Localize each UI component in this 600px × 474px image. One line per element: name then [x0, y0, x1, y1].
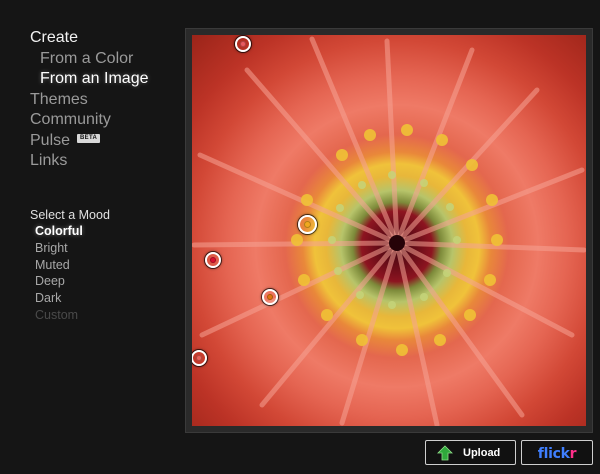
nav-pulse[interactable]: Pulse BETA: [30, 131, 180, 152]
color-swatch-1: [240, 41, 246, 47]
nav-from-an-image[interactable]: From an Image: [30, 69, 180, 90]
nav-community[interactable]: Community: [30, 110, 180, 131]
color-swatch-2: [304, 221, 311, 228]
main-nav: Create From a Color From an Image Themes…: [30, 28, 180, 172]
upload-label: Upload: [463, 447, 501, 459]
color-picker-2[interactable]: [298, 215, 317, 234]
mood-option-deep[interactable]: Deep: [30, 273, 180, 290]
mood-option-dark[interactable]: Dark: [30, 290, 180, 307]
image-panel: [185, 28, 593, 433]
mood-option-custom: Custom: [35, 307, 79, 322]
color-picker-4[interactable]: [262, 289, 278, 305]
upload-button[interactable]: Upload: [425, 440, 516, 465]
flower-photo: [192, 35, 586, 426]
nav-pulse-label: Pulse: [30, 131, 71, 149]
mood-option-bright[interactable]: Bright: [30, 240, 180, 257]
app-window: Create From a Color From an Image Themes…: [0, 0, 600, 474]
flower-petals: [192, 36, 586, 426]
color-swatch-5: [196, 355, 202, 361]
color-picker-3[interactable]: [205, 252, 221, 268]
mood-title: Select a Mood: [30, 208, 110, 222]
color-swatch-4: [267, 294, 273, 300]
mood-selector: Select a Mood Colorful Bright Muted Deep…: [30, 207, 180, 324]
mood-option-colorful[interactable]: Colorful: [30, 223, 180, 240]
color-picker-1[interactable]: [235, 36, 251, 52]
flickr-logo: flickr: [537, 446, 577, 462]
color-swatch-3: [210, 257, 216, 263]
nav-themes[interactable]: Themes: [30, 90, 180, 111]
nav-create[interactable]: Create: [30, 28, 180, 49]
flickr-button[interactable]: flickr: [521, 440, 593, 465]
nav-links[interactable]: Links: [30, 151, 180, 172]
beta-badge: BETA: [77, 134, 101, 144]
nav-from-a-color[interactable]: From a Color: [30, 49, 180, 70]
upload-arrow-icon: [437, 445, 453, 461]
mood-option-muted[interactable]: Muted: [30, 257, 180, 274]
